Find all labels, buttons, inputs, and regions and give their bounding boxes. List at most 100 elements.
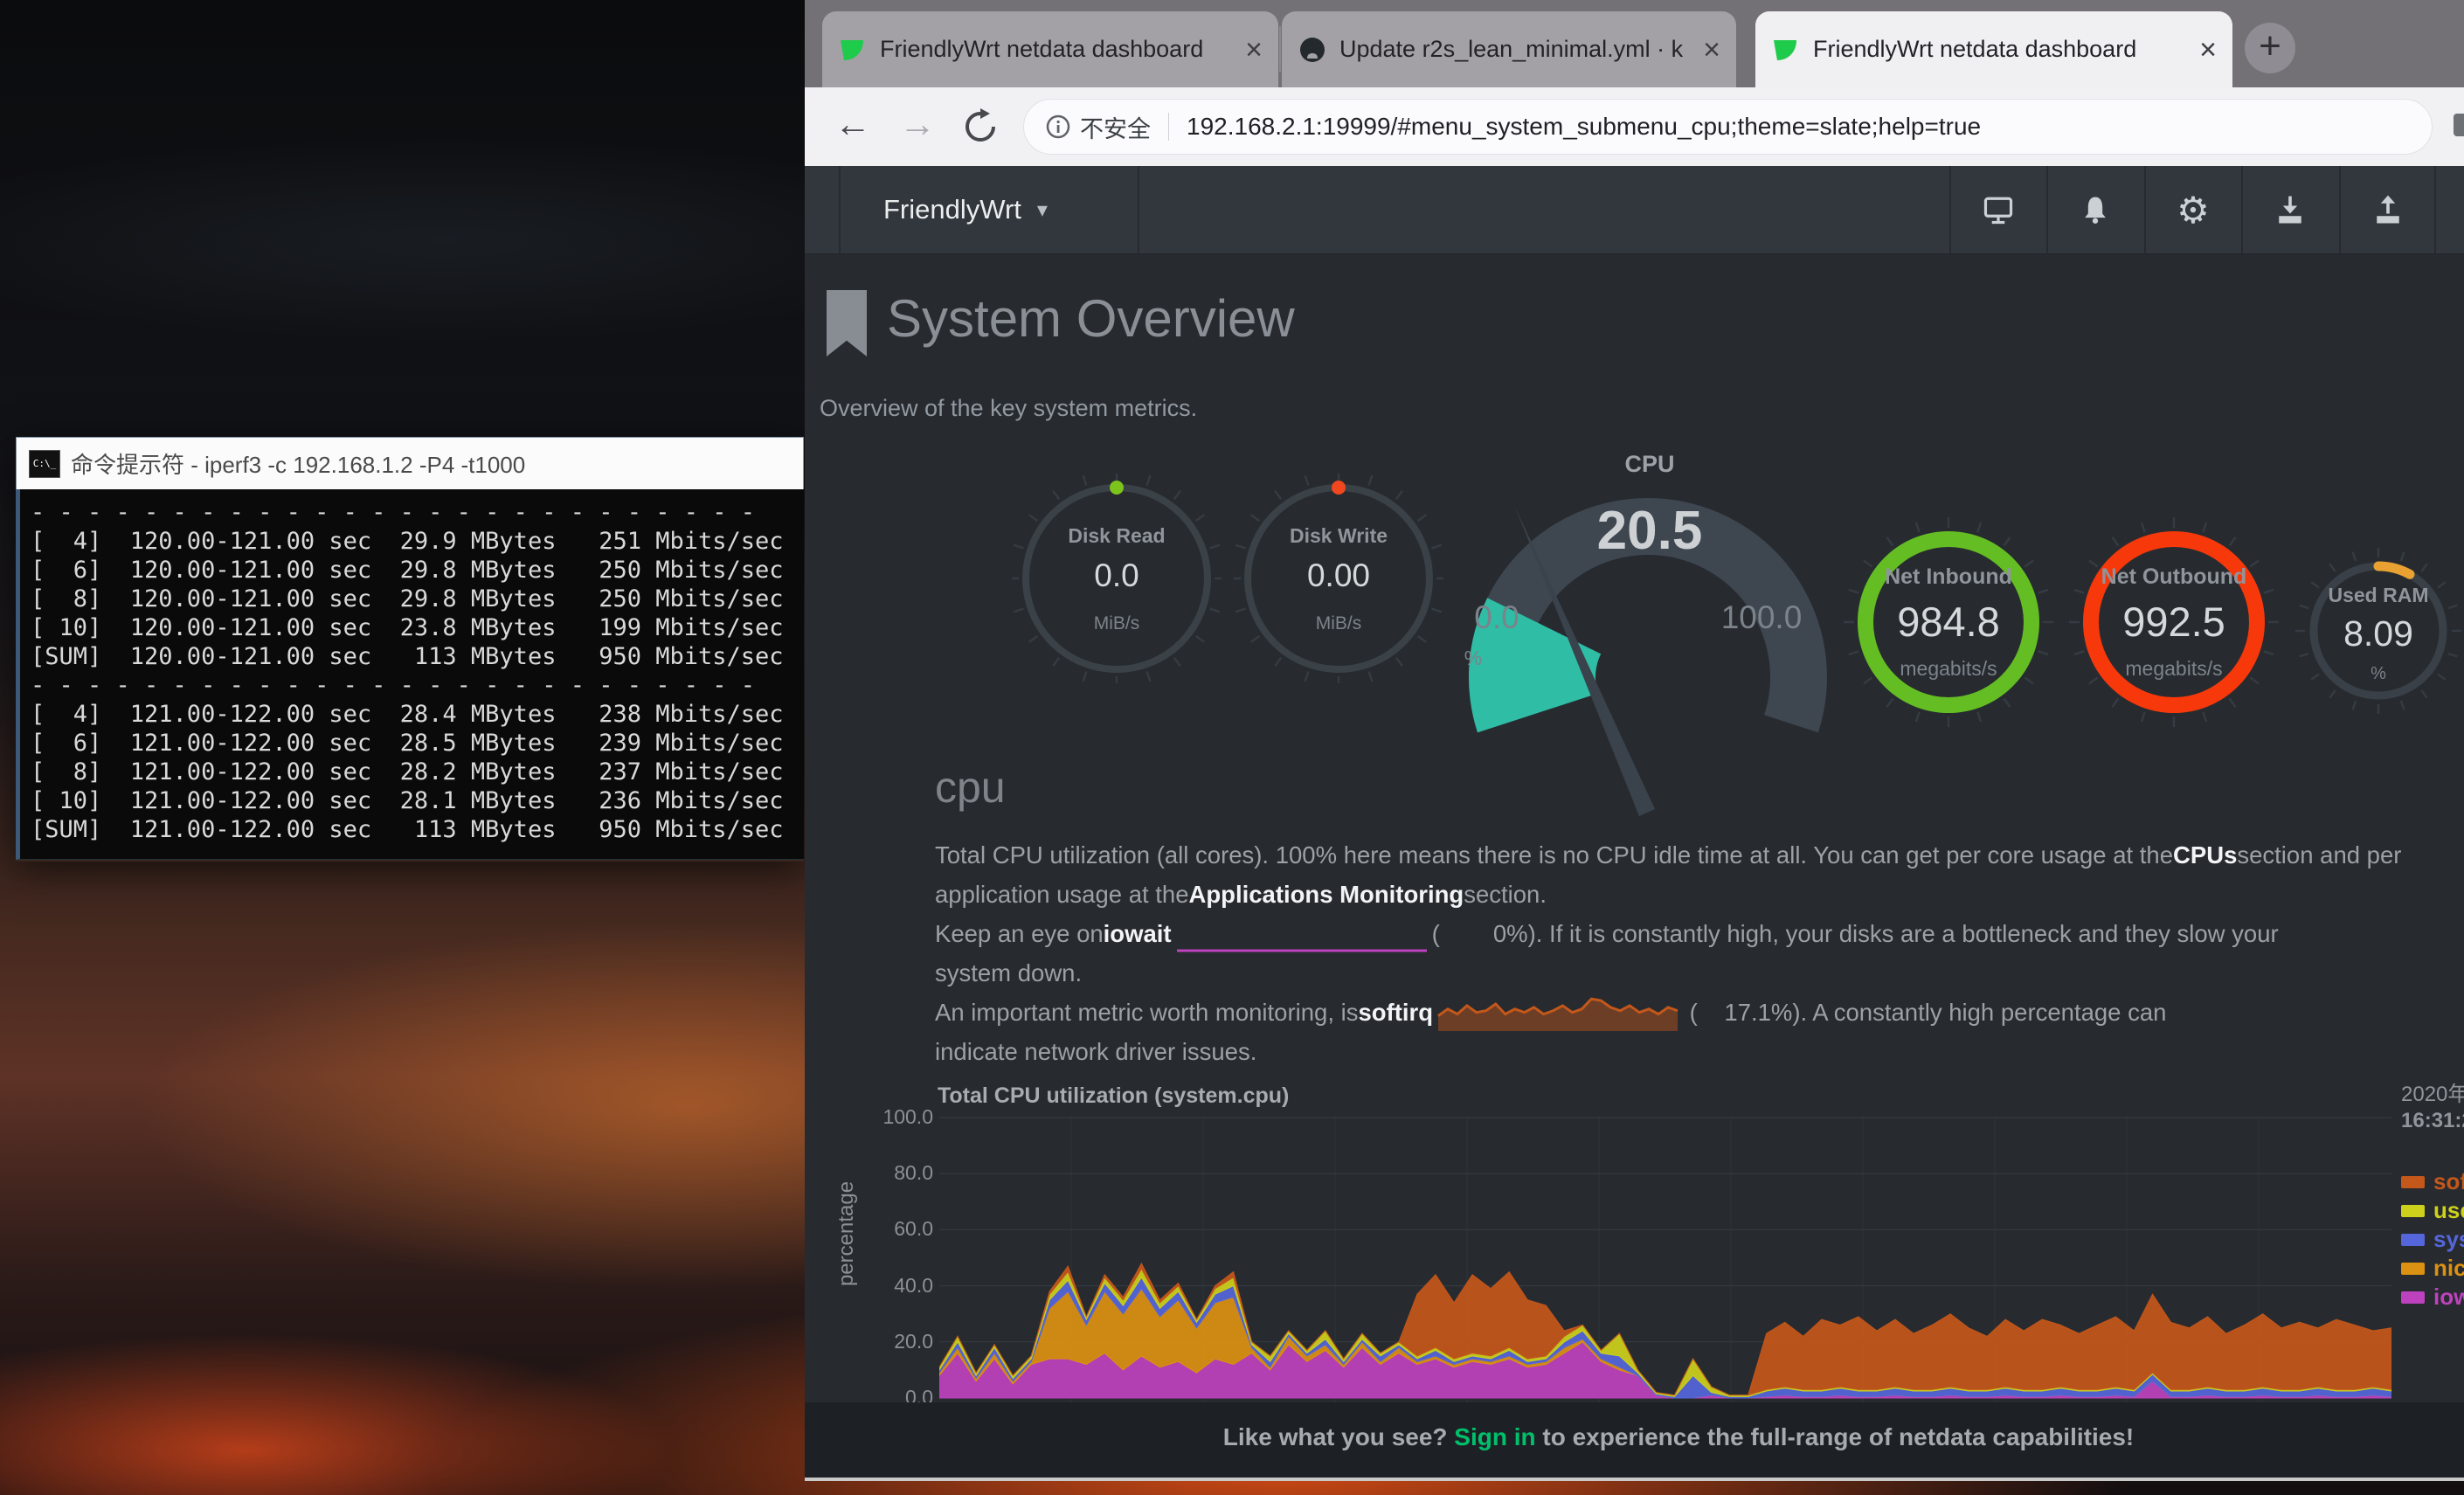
url-text[interactable]: 192.168.2.1:19999/#menu_system_submenu_c… <box>1187 113 1981 141</box>
chart-legend: softirqusersystemniceiowait <box>2401 1167 2464 1312</box>
y-tick-label: 60.0 <box>855 1217 933 1241</box>
y-tick-label: 40.0 <box>855 1274 933 1298</box>
new-tab-button[interactable]: + <box>2245 23 2295 73</box>
iowait-sparkline[interactable] <box>1175 931 1429 953</box>
import-snapshot-button[interactable] <box>2242 166 2338 253</box>
cpu-section-heading: cpu <box>935 762 1006 813</box>
info-icon[interactable] <box>1045 114 1071 140</box>
terminal-line: - - - - - - - - - - - - - - - - - - - - … <box>31 671 804 700</box>
help-line: application usage at the Applications Mo… <box>935 875 2464 914</box>
export-snapshot-button[interactable] <box>2340 166 2436 253</box>
legend-label: iowait <box>2433 1284 2464 1311</box>
terminal-line: [ 8] 120.00-121.00 sec 29.8 MBytes 250 M… <box>31 585 804 613</box>
bookmark-icon <box>827 290 867 356</box>
terminal-title: 命令提示符 - iperf3 -c 192.168.1.2 -P4 -t1000 <box>71 447 525 480</box>
terminal-line: [ 8] 121.00-122.00 sec 28.2 MBytes 237 M… <box>31 758 804 786</box>
gauge-min: 0.0 <box>1457 599 1536 636</box>
gauge-unit: megabits/s <box>1844 657 2053 681</box>
help-text-span: application usage at the <box>935 881 1189 909</box>
gauge-value: 984.8 <box>1844 598 2053 646</box>
y-tick-label: 80.0 <box>855 1161 933 1185</box>
help-text-span: iowait <box>1104 920 1172 948</box>
chart-title: Total CPU utilization (system.cpu) <box>938 1083 1289 1109</box>
gauge-unit: % <box>2295 664 2461 684</box>
tab-title: FriendlyWrt netdata dashboard <box>880 36 1235 63</box>
security-label[interactable]: 不安全 <box>1080 110 1151 144</box>
signin-link[interactable]: Sign in <box>1454 1423 1535 1450</box>
tab-close-icon[interactable]: × <box>2199 35 2217 65</box>
terminal-titlebar[interactable]: C:\_ 命令提示符 - iperf3 -c 192.168.1.2 -P4 -… <box>16 437 804 489</box>
host-name: FriendlyWrt <box>883 194 1021 225</box>
y-tick-label: 20.0 <box>855 1330 933 1353</box>
upload-icon <box>2371 192 2405 227</box>
help-text-span: ( 17.1%). A constantly high percentage c… <box>1683 999 2166 1027</box>
gauge-unit: % <box>1447 647 1499 670</box>
settings-button[interactable]: ⚙ <box>2145 166 2241 253</box>
gauge-value: 8.09 <box>2295 613 2461 654</box>
cpu-utilization-chart[interactable] <box>939 1117 2391 1402</box>
y-tick-label: 100.0 <box>855 1105 933 1129</box>
gauge-max: 100.0 <box>1705 599 1818 636</box>
tab-strip: FriendlyWrt netdata dashboard × Update r… <box>805 0 2464 87</box>
help-text-span: section. <box>1464 881 1547 909</box>
legend-item-softirq[interactable]: softirq <box>2401 1167 2464 1196</box>
back-button[interactable]: ← <box>834 103 871 145</box>
github-favicon <box>1298 35 1327 65</box>
legend-item-iowait[interactable]: iowait <box>2401 1283 2464 1312</box>
netdata-favicon <box>838 35 868 65</box>
chart-timestamp: 2020年3 16:31:2 <box>2401 1082 2464 1134</box>
browser-window: FriendlyWrt netdata dashboard × Update r… <box>805 0 2464 1481</box>
help-link[interactable]: CPUs <box>2173 841 2237 869</box>
forward-button[interactable]: → <box>899 103 936 145</box>
legend-item-system[interactable]: system <box>2401 1225 2464 1254</box>
gauge-label: CPU <box>1580 451 1720 478</box>
gauge-value: 992.5 <box>2069 598 2279 646</box>
tab-close-icon[interactable]: × <box>1245 35 1263 65</box>
terminal-line: [SUM] 121.00-122.00 sec 113 MBytes 950 M… <box>31 815 804 844</box>
address-bar[interactable]: 不安全 192.168.2.1:19999/#menu_system_subme… <box>1023 99 2433 155</box>
terminal-line: [ 4] 120.00-121.00 sec 29.9 MBytes 251 M… <box>31 527 804 556</box>
help-text-span: Keep an eye on <box>935 920 1104 948</box>
legend-item-user[interactable]: user <box>2401 1196 2464 1225</box>
signin-banner: Like what you see? Sign in to experience… <box>805 1402 2464 1478</box>
help-text-span: An important metric worth monitoring, is <box>935 999 1358 1027</box>
host-dropdown[interactable]: FriendlyWrt ▾ <box>883 166 1048 253</box>
legend-item-nice[interactable]: nice <box>2401 1254 2464 1283</box>
terminal-line: [ 6] 120.00-121.00 sec 29.8 MBytes 250 M… <box>31 556 804 585</box>
legend-label: user <box>2433 1197 2464 1224</box>
tab-title: Update r2s_lean_minimal.yml · k <box>1339 36 1692 63</box>
tab-title: FriendlyWrt netdata dashboard <box>1813 36 2189 63</box>
tab-netdata-2-active[interactable]: FriendlyWrt netdata dashboard × <box>1755 11 2232 87</box>
gauge-value: 0.00 <box>1234 557 1443 594</box>
netdata-header: FriendlyWrt ▾ ⚙ <box>805 166 2464 254</box>
tab-netdata-1[interactable]: FriendlyWrt netdata dashboard × <box>822 11 1278 87</box>
legend-swatch <box>2401 1176 2425 1188</box>
terminal-line: [ 10] 121.00-122.00 sec 28.1 MBytes 236 … <box>31 786 804 815</box>
gear-icon: ⚙ <box>2177 189 2210 232</box>
alarms-button[interactable] <box>2047 166 2143 253</box>
help-text-span: section and per <box>2237 841 2401 869</box>
legend-label: system <box>2433 1226 2464 1253</box>
download-icon <box>2273 192 2308 227</box>
header-separator <box>839 166 841 253</box>
terminal-line: [ 6] 121.00-122.00 sec 28.5 MBytes 239 M… <box>31 729 804 758</box>
tab-github[interactable]: Update r2s_lean_minimal.yml · k × <box>1282 11 1736 87</box>
terminal-window[interactable]: C:\_ 命令提示符 - iperf3 -c 192.168.1.2 -P4 -… <box>16 437 804 862</box>
help-line: Total CPU utilization (all cores). 100% … <box>935 835 2464 875</box>
cmd-icon: C:\_ <box>29 450 60 478</box>
softirq-sparkline[interactable] <box>1436 993 1679 1032</box>
reload-button[interactable] <box>960 107 1000 147</box>
legend-swatch <box>2401 1234 2425 1246</box>
help-link[interactable]: Applications Monitoring <box>1189 881 1464 909</box>
signin-prefix: Like what you see? <box>1223 1423 1455 1450</box>
help-text-span: Total CPU utilization (all cores). 100% … <box>935 841 2173 869</box>
tab-close-icon[interactable]: × <box>1703 35 1720 65</box>
gauge-value: 0.0 <box>1012 557 1222 594</box>
page-title: System Overview <box>887 288 1295 349</box>
omnibox-divider <box>1168 113 1169 141</box>
nodes-view-button[interactable] <box>1950 166 2046 253</box>
gauge-label: Net Inbound <box>1844 564 2053 590</box>
help-line: system down. <box>935 953 2464 993</box>
bell-icon <box>2078 192 2113 227</box>
clipped-toolbar-icon <box>2454 114 2464 136</box>
